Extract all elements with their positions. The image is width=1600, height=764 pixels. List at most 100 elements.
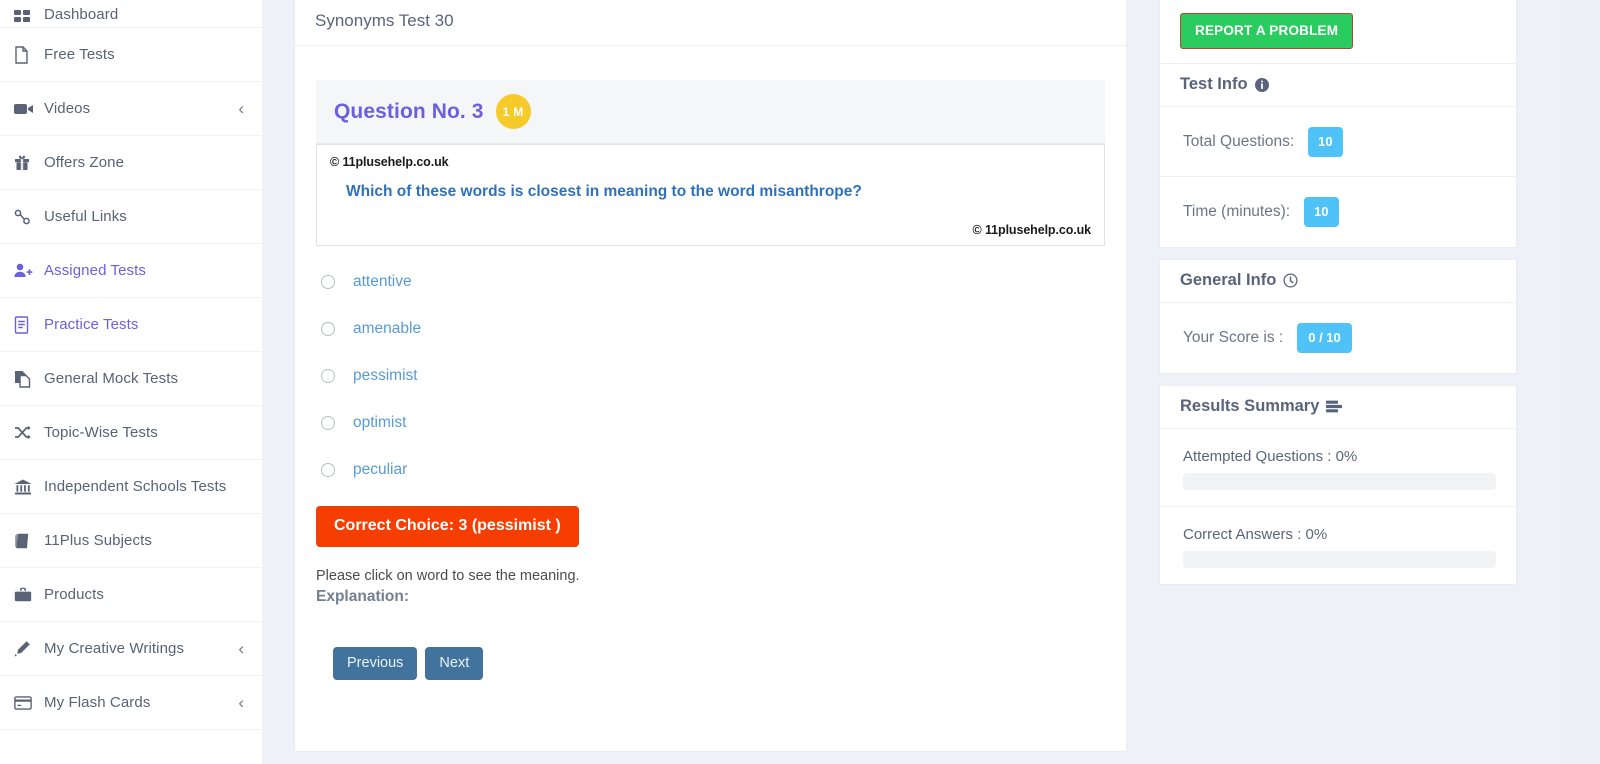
sidebar-item-products[interactable]: Products (0, 568, 262, 622)
copy-files-icon (14, 370, 44, 388)
sidebar-item-my-flash-cards[interactable]: My Flash Cards ‹ (0, 676, 262, 730)
page-root: Dashboard Free Tests Videos ‹ Offers Zon… (0, 0, 1600, 764)
sidebar-item-practice-tests[interactable]: Practice Tests (0, 298, 262, 352)
main-content: Synonyms Test 30 Question No. 3 1 M © 11… (294, 0, 1127, 764)
correct-answers-row: Correct Answers : 0% (1160, 507, 1516, 584)
test-card-body: Question No. 3 1 M © 11plusehelp.co.uk W… (295, 46, 1126, 680)
page-title: Synonyms Test 30 (315, 11, 454, 30)
sidebar-content-gap (262, 0, 294, 764)
explanation-label: Explanation: (316, 588, 410, 605)
total-questions-value: 10 (1308, 126, 1343, 157)
question-text: Which of these words is closest in meani… (346, 183, 862, 200)
answer-options: attentive amenable pessimist optimist pe… (316, 258, 1105, 493)
results-summary-card: Results Summary Attempted Questions : 0%… (1159, 385, 1517, 585)
bank-icon (14, 479, 44, 495)
gift-icon (14, 154, 44, 171)
dashboard-icon (14, 9, 44, 23)
time-minutes-value: 10 (1304, 197, 1339, 227)
total-questions-label: Total Questions: (1183, 132, 1295, 150)
test-info-title: Test Info (1180, 75, 1248, 93)
pencil-icon (14, 640, 44, 657)
sidebar-item-label: My Flash Cards (44, 694, 151, 711)
card-icon (14, 695, 44, 710)
copyright-bottom: © 11plusehelp.co.uk (972, 223, 1092, 237)
chevron-left-icon[interactable]: ‹ (238, 640, 244, 657)
option-label: attentive (353, 272, 412, 290)
test-card-header: Synonyms Test 30 (295, 0, 1126, 46)
link-icon (14, 209, 44, 225)
copyright-top: © 11plusehelp.co.uk (330, 155, 449, 169)
attempted-questions-label: Attempted Questions : 0% (1183, 448, 1358, 465)
briefcase-icon (14, 587, 44, 602)
sidebar-item-label: Free Tests (44, 46, 115, 63)
clock-icon (1283, 273, 1298, 288)
option-row[interactable]: peculiar (316, 446, 1105, 493)
time-minutes-label: Time (minutes): (1183, 203, 1291, 220)
question-number-bar: Question No. 3 1 M (316, 80, 1105, 144)
test-info-card: REPORT A PROBLEM Test Info Total Questio… (1159, 0, 1517, 248)
marks-badge: 1 M (495, 94, 531, 129)
chevron-left-icon[interactable]: ‹ (238, 694, 244, 711)
radio-button[interactable] (321, 274, 335, 289)
sidebar-item-useful-links[interactable]: Useful Links (0, 190, 262, 244)
sidebar-item-label: Independent Schools Tests (44, 478, 227, 495)
your-score-label: Your Score is : (1183, 329, 1284, 346)
shuffle-icon (14, 425, 44, 440)
option-label: pessimist (353, 366, 418, 384)
general-info-header: General Info (1160, 259, 1516, 303)
sidebar-item-my-creative-writings[interactable]: My Creative Writings ‹ (0, 622, 262, 676)
right-sidebar: REPORT A PROBLEM Test Info Total Questio… (1159, 0, 1560, 764)
option-row[interactable]: amenable (316, 305, 1105, 352)
server-list-icon (1326, 400, 1343, 413)
document-lines-icon (14, 315, 44, 334)
option-row[interactable]: optimist (316, 399, 1105, 446)
radio-button[interactable] (321, 368, 335, 383)
your-score-value: 0 / 10 (1297, 323, 1352, 353)
previous-button[interactable]: Previous (333, 647, 418, 680)
sidebar-item-label: Topic-Wise Tests (44, 424, 158, 441)
correct-choice-button[interactable]: Correct Choice: 3 (pessimist ) (316, 506, 579, 547)
radio-button[interactable] (321, 462, 335, 477)
option-row[interactable]: pessimist (316, 352, 1105, 399)
option-label: optimist (353, 413, 407, 431)
radio-button[interactable] (321, 415, 335, 430)
sidebar-item-label: Practice Tests (44, 316, 139, 333)
question-nav-buttons: Previous Next (316, 647, 1105, 680)
chevron-left-icon[interactable]: ‹ (238, 100, 244, 117)
video-camera-icon (14, 102, 44, 116)
option-row[interactable]: attentive (316, 258, 1105, 305)
sidebar-item-label: My Creative Writings (44, 640, 185, 657)
sidebar-item-topic-wise-tests[interactable]: Topic-Wise Tests (0, 406, 262, 460)
sidebar-item-partial[interactable] (0, 730, 262, 764)
sidebar-item-label: General Mock Tests (44, 370, 179, 387)
sidebar-item-label: 11Plus Subjects (44, 532, 152, 549)
option-label: peculiar (353, 460, 408, 478)
sidebar-item-offers-zone[interactable]: Offers Zone (0, 136, 262, 190)
radio-button[interactable] (321, 321, 335, 336)
general-info-card: General Info Your Score is : 0 / 10 (1159, 259, 1517, 374)
sidebar-item-label: Videos (44, 100, 91, 117)
attempted-questions-row: Attempted Questions : 0% (1160, 429, 1516, 507)
sidebar-item-label: Useful Links (44, 208, 127, 225)
sidebar-item-label: Products (44, 586, 104, 603)
book-icon (14, 533, 44, 549)
time-minutes-row: Time (minutes): 10 (1160, 177, 1516, 247)
question-number-label: Question No. 3 (334, 99, 484, 123)
sidebar-item-general-mock-tests[interactable]: General Mock Tests (0, 352, 262, 406)
left-sidebar: Dashboard Free Tests Videos ‹ Offers Zon… (0, 0, 262, 764)
correct-answers-label: Correct Answers : 0% (1183, 526, 1328, 543)
sidebar-item-videos[interactable]: Videos ‹ (0, 82, 262, 136)
test-card: Synonyms Test 30 Question No. 3 1 M © 11… (294, 0, 1127, 752)
results-summary-title: Results Summary (1180, 397, 1320, 415)
next-button[interactable]: Next (425, 647, 484, 680)
sidebar-item-11plus-subjects[interactable]: 11Plus Subjects (0, 514, 262, 568)
sidebar-item-free-tests[interactable]: Free Tests (0, 28, 262, 82)
your-score-row: Your Score is : 0 / 10 (1160, 303, 1516, 373)
sidebar-item-independent-schools-tests[interactable]: Independent Schools Tests (0, 460, 262, 514)
sidebar-item-dashboard[interactable]: Dashboard (0, 0, 262, 28)
report-a-problem-button[interactable]: REPORT A PROBLEM (1180, 13, 1354, 49)
sidebar-item-assigned-tests[interactable]: Assigned Tests (0, 244, 262, 298)
attempted-questions-progressbar (1183, 473, 1496, 490)
results-summary-header: Results Summary (1160, 385, 1516, 429)
sidebar-item-label: Dashboard (44, 6, 119, 23)
